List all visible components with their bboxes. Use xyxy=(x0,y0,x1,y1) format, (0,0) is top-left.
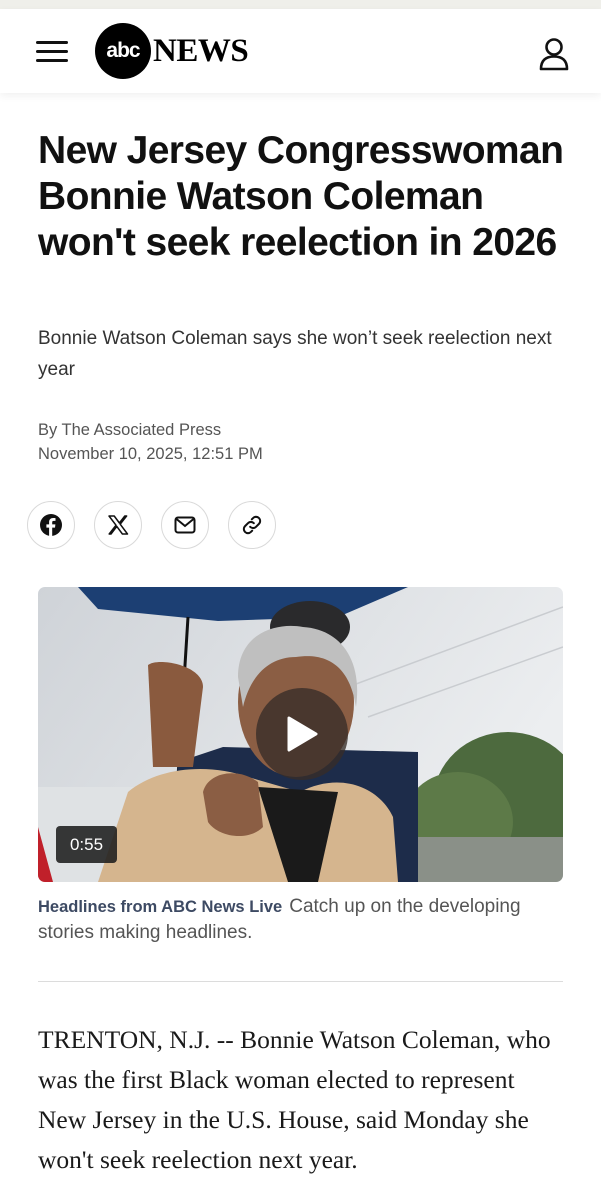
video-caption: Headlines from ABC News Live Catch up on … xyxy=(38,894,563,946)
email-icon xyxy=(174,516,196,534)
article-body-paragraph: TRENTON, N.J. -- Bonnie Watson Coleman, … xyxy=(38,1025,551,1174)
hamburger-menu-icon[interactable] xyxy=(36,40,68,64)
user-icon[interactable] xyxy=(538,37,570,71)
article-subheadline: Bonnie Watson Coleman says she won’t see… xyxy=(38,328,552,380)
video-duration-badge: 0:55 xyxy=(56,826,117,863)
video-play-button[interactable] xyxy=(256,688,348,780)
abc-news-logo[interactable]: abc NEWS xyxy=(95,23,249,79)
abc-logo-circle: abc xyxy=(95,23,151,79)
top-status-strip xyxy=(0,0,601,9)
facebook-icon xyxy=(40,514,62,536)
logo-news-text: NEWS xyxy=(153,32,249,69)
share-link-button[interactable] xyxy=(228,501,276,549)
share-facebook-button[interactable] xyxy=(27,501,75,549)
article-headline: New Jersey Congresswoman Bonnie Watson C… xyxy=(38,129,564,264)
x-icon xyxy=(108,515,129,535)
article-byline: By The Associated Press xyxy=(38,421,222,439)
share-email-button[interactable] xyxy=(161,501,209,549)
play-icon xyxy=(287,716,318,752)
link-icon xyxy=(242,515,262,535)
section-divider xyxy=(38,981,563,982)
video-caption-title[interactable]: Headlines from ABC News Live xyxy=(38,898,282,916)
share-x-button[interactable] xyxy=(94,501,142,549)
site-header: abc NEWS xyxy=(0,9,601,93)
article-date: November 10, 2025, 12:51 PM xyxy=(38,445,263,463)
